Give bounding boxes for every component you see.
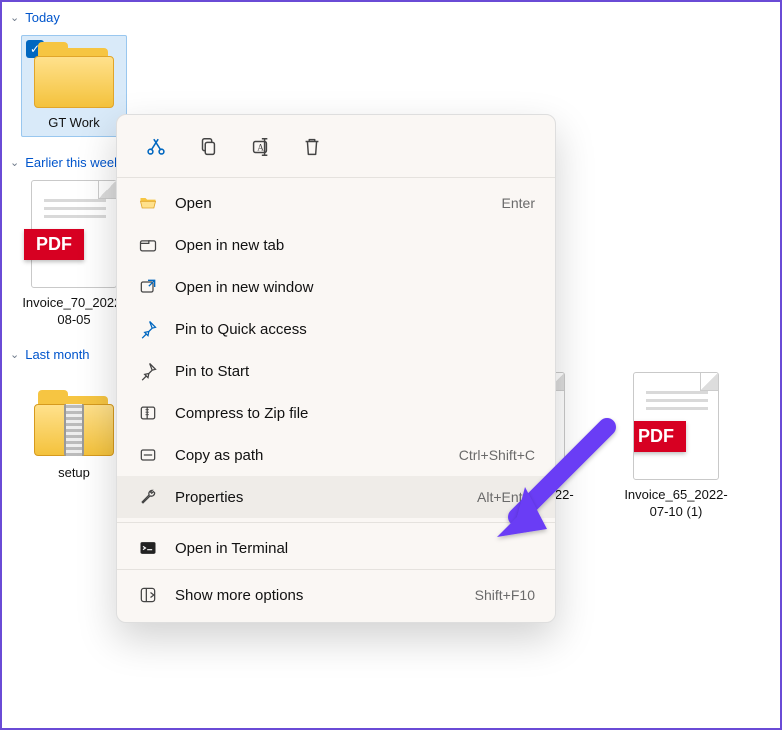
file-label: GT Work [48,114,100,132]
chevron-down-icon: ⌄ [10,348,19,361]
menu-label: Compress to Zip file [175,405,535,422]
show-more-icon [137,584,159,606]
chevron-down-icon: ⌄ [10,11,19,24]
menu-accelerator: Ctrl+Shift+C [459,447,535,463]
folder-icon [34,42,114,110]
pdf-icon: PDF [633,372,719,480]
rename-button[interactable]: A [239,129,281,165]
folder-open-icon [137,192,159,214]
separator [117,522,555,523]
menu-item-properties[interactable]: Properties Alt+Enter [117,476,555,518]
menu-label: Open in Terminal [175,540,535,557]
separator [117,569,555,570]
menu-item-pin-quick-access[interactable]: Pin to Quick access [117,308,555,350]
pin-icon [137,360,159,382]
menu-item-show-more-options[interactable]: Show more options Shift+F10 [117,574,555,616]
menu-accelerator: Enter [502,195,535,211]
group-label: Earlier this week [25,155,120,170]
terminal-icon [137,537,159,559]
menu-item-open-new-tab[interactable]: Open in new tab [117,224,555,266]
svg-text:A: A [257,143,264,153]
path-icon [137,444,159,466]
menu-item-pin-start[interactable]: Pin to Start [117,350,555,392]
menu-item-copy-as-path[interactable]: Copy as path Ctrl+Shift+C [117,434,555,476]
menu-label: Open in new window [175,279,535,296]
menu-label: Show more options [175,587,459,604]
file-label: Invoice_65_2022-07-10 (1) [616,486,736,521]
file-item-pdf[interactable]: PDF Invoice_65_2022-07-10 (1) [616,368,736,521]
cut-button[interactable] [135,129,177,165]
tab-icon [137,234,159,256]
copy-icon [197,136,219,158]
context-menu: A Open Enter Open in new tab Open in new… [116,114,556,623]
menu-label: Properties [175,489,461,506]
pdf-icon: PDF [31,180,117,288]
menu-label: Pin to Quick access [175,321,535,338]
menu-item-compress-zip[interactable]: Compress to Zip file [117,392,555,434]
menu-item-open[interactable]: Open Enter [117,182,555,224]
menu-label: Open [175,195,486,212]
menu-item-open-new-window[interactable]: Open in new window [117,266,555,308]
menu-accelerator: Shift+F10 [475,587,535,603]
zip-icon [137,402,159,424]
rename-icon: A [249,136,271,158]
scissors-icon [145,136,167,158]
file-label: setup [58,464,90,482]
group-label: Today [25,10,60,25]
menu-item-open-terminal[interactable]: Open in Terminal [117,527,555,569]
context-menu-action-row: A [117,115,555,177]
delete-button[interactable] [291,129,333,165]
menu-label: Copy as path [175,447,443,464]
chevron-down-icon: ⌄ [10,156,19,169]
zip-folder-icon [34,390,114,458]
group-label: Last month [25,347,89,362]
menu-label: Open in new tab [175,237,535,254]
external-window-icon [137,276,159,298]
wrench-icon [137,486,159,508]
selected-folder-tile[interactable]: ✓ GT Work [21,35,127,137]
separator [117,177,555,178]
menu-label: Pin to Start [175,363,535,380]
trash-icon [301,136,323,158]
copy-button[interactable] [187,129,229,165]
group-header-today[interactable]: ⌄ Today [2,2,780,27]
menu-accelerator: Alt+Enter [477,489,535,505]
pin-icon [137,318,159,340]
